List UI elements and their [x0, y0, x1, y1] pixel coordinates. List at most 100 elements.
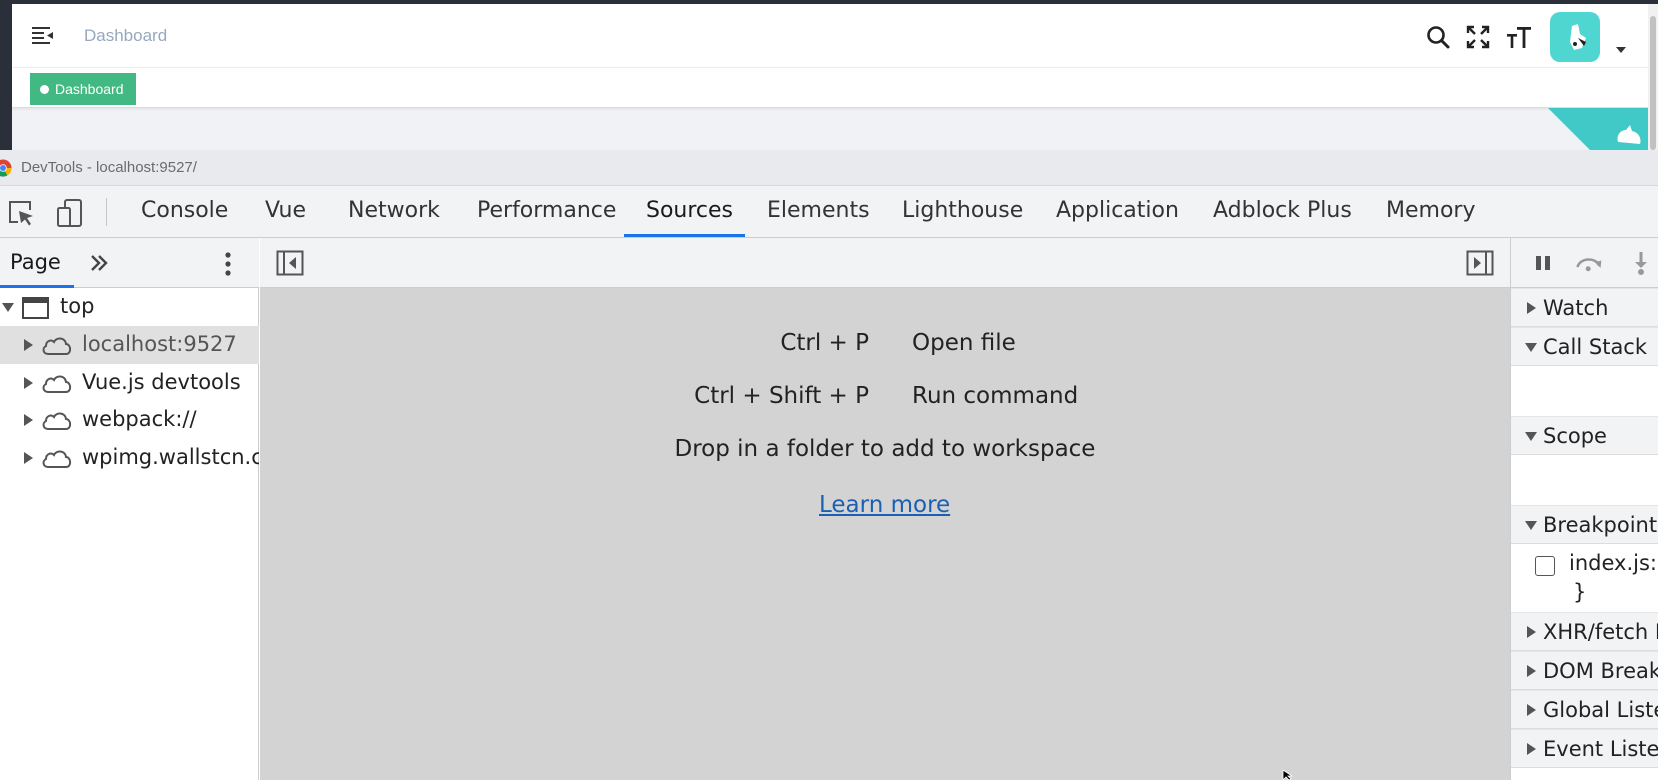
- section-label: Call Stack: [1543, 335, 1648, 359]
- collapsed-triangle-icon: [24, 377, 33, 389]
- cloud-icon: [42, 337, 72, 355]
- collapsed-triangle-icon: [1527, 626, 1536, 638]
- tab-adblock-plus[interactable]: Adblock Plus: [1213, 186, 1352, 238]
- section-global-listeners[interactable]: Global Liste: [1511, 690, 1658, 729]
- device-toolbar-icon[interactable]: [55, 198, 85, 228]
- tab-page[interactable]: Page: [0, 238, 74, 288]
- active-tab-indicator: [624, 234, 745, 237]
- expanded-triangle-icon: [2, 303, 14, 312]
- expanded-triangle-icon: [1525, 432, 1537, 441]
- section-scope[interactable]: Scope: [1511, 416, 1658, 455]
- pause-icon[interactable]: [1529, 250, 1557, 276]
- shortcut-open-file-label: Open file: [912, 330, 1016, 356]
- frame-icon: [22, 297, 49, 319]
- tab-performance[interactable]: Performance: [477, 186, 616, 238]
- tab-network[interactable]: Network: [348, 186, 440, 238]
- debugger-toolbar: [1511, 238, 1658, 288]
- cloud-icon: [42, 412, 72, 430]
- collapsed-triangle-icon: [24, 452, 33, 464]
- learn-more-link[interactable]: Learn more: [819, 492, 950, 518]
- toolbar-separator: [106, 198, 107, 226]
- workspace-drop-text: Drop in a folder to add to workspace: [674, 436, 1096, 462]
- tree-item-localhost[interactable]: localhost:9527: [0, 326, 259, 364]
- avatar-icon: [1570, 24, 1586, 50]
- section-breakpoints[interactable]: Breakpoints: [1511, 505, 1658, 544]
- hamburger-icon[interactable]: [32, 26, 54, 44]
- tag-label: Dashboard: [55, 81, 124, 97]
- toggle-debugger-icon[interactable]: [1466, 250, 1494, 276]
- breakpoint-code: }: [1573, 580, 1587, 604]
- shortcut-run-command-keys: Ctrl + Shift + P: [694, 383, 869, 409]
- window-title: DevTools - localhost:9527/: [21, 159, 197, 176]
- collapsed-triangle-icon: [24, 414, 33, 426]
- tree-item-label: webpack://: [82, 407, 197, 431]
- tags-view: Dashboard: [12, 68, 1648, 108]
- section-event-listeners[interactable]: Event Listen: [1511, 729, 1658, 768]
- section-label: Watch: [1543, 296, 1609, 320]
- tab-elements[interactable]: Elements: [767, 186, 870, 238]
- tree-item-top[interactable]: top: [0, 288, 259, 326]
- tab-application[interactable]: Application: [1056, 186, 1179, 238]
- cloud-icon: [42, 450, 72, 468]
- section-label: Breakpoints: [1543, 513, 1658, 537]
- section-label: XHR/fetch B: [1543, 620, 1658, 644]
- tab-sources[interactable]: Sources: [646, 186, 733, 238]
- section-label: Scope: [1543, 424, 1607, 448]
- chrome-icon: [0, 159, 12, 177]
- tab-lighthouse[interactable]: Lighthouse: [902, 186, 1023, 238]
- app-window: Dashboard Dashboard: [0, 0, 1658, 150]
- caret-down-icon[interactable]: [1616, 46, 1626, 54]
- breakpoint-file[interactable]: index.js:2: [1569, 551, 1658, 575]
- collapsed-triangle-icon: [1527, 704, 1536, 716]
- collapsed-triangle-icon: [1527, 302, 1536, 314]
- section-call-stack[interactable]: Call Stack: [1511, 327, 1658, 366]
- tree-item-label: Vue.js devtools: [82, 370, 241, 394]
- editor-toolbar: [260, 238, 1510, 288]
- navigator-header: Page: [0, 238, 259, 288]
- tag-dashboard[interactable]: Dashboard: [30, 73, 136, 105]
- expanded-triangle-icon: [1525, 343, 1537, 352]
- font-size-icon[interactable]: [1506, 24, 1532, 50]
- breadcrumb: Dashboard: [84, 26, 168, 45]
- section-xhr-fetch-breakpoints[interactable]: XHR/fetch B: [1511, 612, 1658, 651]
- devtools-window: DevTools - localhost:9527/ Console Vue N…: [0, 150, 1658, 780]
- section-watch[interactable]: Watch: [1511, 288, 1658, 327]
- collapsed-triangle-icon: [24, 339, 33, 351]
- fullscreen-icon[interactable]: [1465, 24, 1491, 50]
- devtools-titlebar: DevTools - localhost:9527/: [0, 150, 1658, 186]
- navbar: Dashboard: [12, 4, 1648, 68]
- mouse-cursor-icon: [1282, 770, 1294, 780]
- sources-navigator: Page top localhost:9527 Vue.js devtools …: [0, 238, 259, 780]
- inspect-element-icon[interactable]: [6, 198, 36, 228]
- step-over-icon[interactable]: [1575, 250, 1603, 276]
- more-options-icon[interactable]: [222, 250, 234, 278]
- toggle-navigator-icon[interactable]: [276, 250, 304, 276]
- page-scrollbar[interactable]: [1648, 4, 1658, 150]
- tab-console[interactable]: Console: [141, 186, 228, 238]
- collapsed-triangle-icon: [1527, 665, 1536, 677]
- tree-item-label: top: [60, 294, 95, 318]
- collapsed-triangle-icon: [1527, 743, 1536, 755]
- tree-item-webpack[interactable]: webpack://: [0, 401, 259, 439]
- breakpoint-item: index.js:2 }: [1511, 544, 1658, 608]
- shortcut-open-file-keys: Ctrl + P: [780, 330, 869, 356]
- editor-pane: Ctrl + P Open file Ctrl + Shift + P Run …: [260, 238, 1510, 780]
- section-label: DOM Break: [1543, 659, 1658, 683]
- step-into-icon[interactable]: [1627, 250, 1655, 276]
- tree-item-vuejs-devtools[interactable]: Vue.js devtools: [0, 364, 259, 402]
- tree-item-wpimg[interactable]: wpimg.wallstcn.co: [0, 439, 259, 477]
- expanded-triangle-icon: [1525, 521, 1537, 530]
- avatar[interactable]: [1550, 12, 1600, 62]
- github-corner-icon[interactable]: [1548, 108, 1648, 150]
- more-tabs-icon[interactable]: [88, 251, 110, 275]
- search-icon[interactable]: [1425, 24, 1451, 50]
- tab-memory[interactable]: Memory: [1386, 186, 1475, 238]
- section-dom-breakpoints[interactable]: DOM Break: [1511, 651, 1658, 690]
- tree-item-label: wpimg.wallstcn.co: [82, 445, 259, 469]
- devtools-tabbar: Console Vue Network Performance Sources …: [0, 186, 1658, 238]
- tree-item-label: localhost:9527: [82, 332, 237, 356]
- tab-vue[interactable]: Vue: [265, 186, 306, 238]
- breakpoint-checkbox[interactable]: [1535, 556, 1555, 576]
- sidebar-edge: [0, 0, 12, 150]
- section-label: Global Liste: [1543, 698, 1658, 722]
